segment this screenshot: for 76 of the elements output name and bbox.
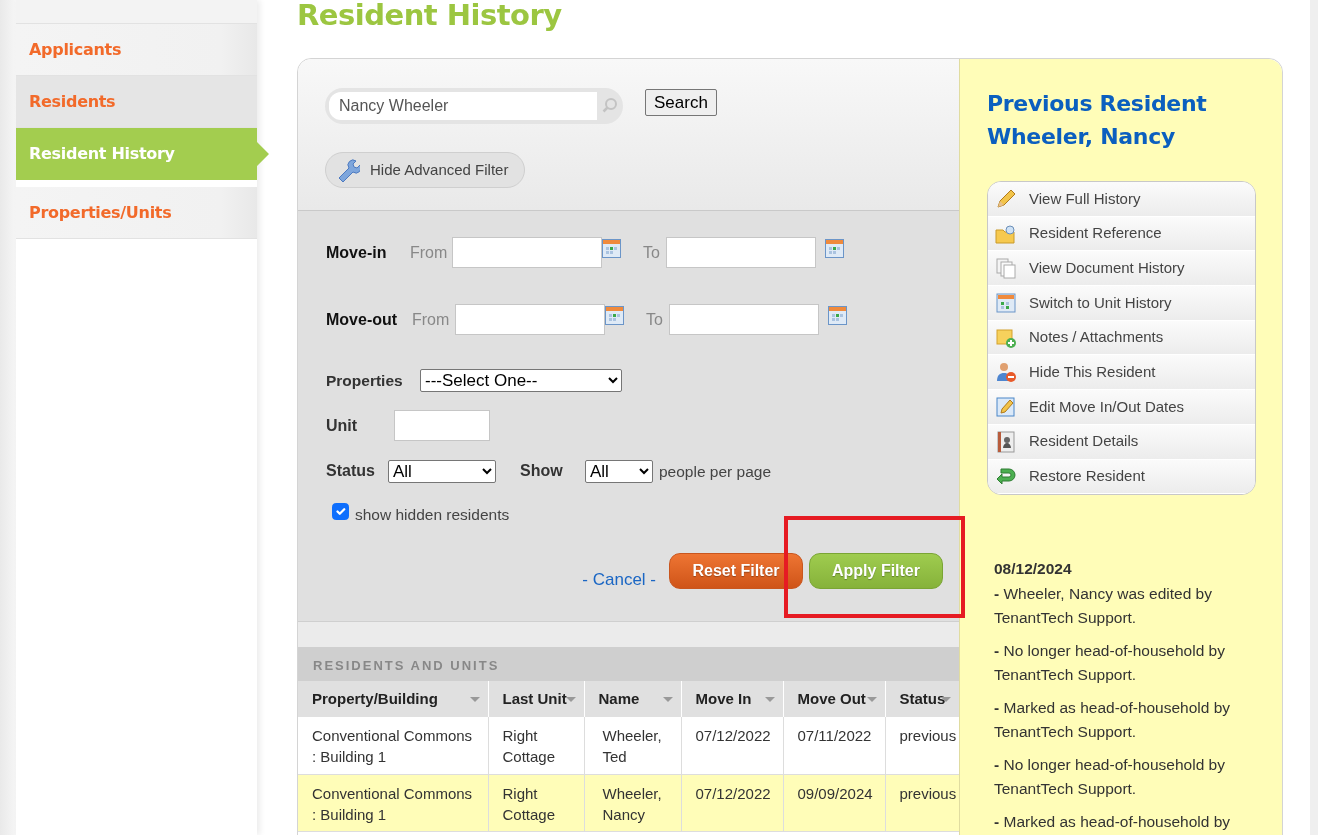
log-entry: - No longer head-of-household by TenantTech Support. bbox=[994, 754, 1226, 800]
search-icon bbox=[601, 97, 619, 115]
status-select[interactable]: All bbox=[388, 459, 496, 483]
calendar-icon[interactable] bbox=[602, 239, 621, 258]
column-header[interactable]: Move In bbox=[681, 681, 783, 717]
documents-icon bbox=[995, 257, 1017, 280]
note-add-icon bbox=[995, 326, 1017, 349]
folder-search-icon bbox=[995, 222, 1017, 245]
calendar-icon[interactable] bbox=[605, 306, 624, 325]
panel-title: Previous Resident bbox=[987, 90, 1208, 118]
field-label: From bbox=[410, 242, 449, 263]
log-entry: - Marked as head-of-household by TenantTech Support. bbox=[994, 697, 1232, 743]
table-cell: Right Cottage bbox=[488, 717, 584, 774]
person-remove-icon bbox=[995, 361, 1017, 384]
action-link[interactable]: View Document History bbox=[988, 251, 1255, 287]
field-label: Move-out bbox=[326, 309, 399, 330]
page-size-select[interactable]: All bbox=[585, 459, 653, 483]
action-link[interactable]: View Full History bbox=[988, 182, 1255, 217]
contact-card-icon bbox=[995, 430, 1017, 453]
table-cell: previous bbox=[885, 774, 959, 831]
field-label: Unit bbox=[326, 415, 359, 436]
column-header[interactable]: Status bbox=[885, 681, 959, 717]
action-link[interactable]: Resident Reference bbox=[988, 216, 1255, 252]
hidden-residents-checkbox[interactable] bbox=[332, 503, 349, 521]
date-field[interactable] bbox=[452, 237, 602, 268]
field-label: Move-in bbox=[326, 242, 388, 263]
field-label: To bbox=[643, 242, 660, 263]
column-header[interactable]: Move Out bbox=[783, 681, 885, 717]
table-cell: 07/11/2022 bbox=[783, 717, 885, 774]
action-link[interactable]: Hide This Resident bbox=[988, 355, 1255, 391]
table-cell: Right Cottage bbox=[488, 774, 584, 831]
cancel-link[interactable]: - Cancel - bbox=[582, 566, 656, 592]
action-link[interactable]: Resident Details bbox=[988, 424, 1255, 460]
edit-icon bbox=[995, 395, 1017, 418]
checkbox-label: show hidden residents bbox=[355, 505, 510, 526]
column-header[interactable]: Last Unit bbox=[488, 681, 584, 717]
field-label: people per page bbox=[659, 461, 772, 482]
page-title: Resident History bbox=[297, 0, 563, 34]
hide-filter-button[interactable]: Hide Advanced Filter bbox=[325, 152, 525, 188]
calendar-icon[interactable] bbox=[824, 239, 844, 258]
wrench-icon bbox=[336, 158, 360, 182]
table-cell: Wheeler, Ted bbox=[584, 717, 681, 774]
action-link[interactable]: Switch to Unit History bbox=[988, 286, 1255, 321]
search-button[interactable]: Search bbox=[645, 89, 717, 116]
table-cell: previous bbox=[885, 717, 959, 774]
field-label: From bbox=[412, 309, 451, 330]
unit-field[interactable] bbox=[394, 410, 490, 442]
calendar-icon[interactable] bbox=[827, 306, 847, 325]
log-entry: - Marked as head-of-household by bbox=[994, 811, 1232, 832]
table-cell: 07/12/2022 bbox=[681, 774, 783, 831]
field-label: To bbox=[646, 309, 663, 330]
action-link[interactable]: Restore Resident bbox=[988, 459, 1255, 495]
calendar-icon bbox=[995, 291, 1017, 314]
date-field[interactable] bbox=[665, 237, 816, 268]
search-field[interactable]: Nancy Wheeler bbox=[325, 88, 623, 124]
table-cell: Conventional Commons : Building 1 bbox=[298, 774, 488, 831]
property-select[interactable]: ---Select One-- bbox=[420, 369, 622, 393]
date-field[interactable] bbox=[668, 304, 819, 335]
pencil-icon bbox=[995, 187, 1017, 210]
column-header[interactable]: Name bbox=[584, 681, 681, 717]
field-label: Show bbox=[520, 461, 564, 482]
panel-title: Wheeler, Nancy bbox=[987, 123, 1176, 151]
action-link[interactable]: Edit Move In/Out Dates bbox=[988, 390, 1255, 425]
date-field[interactable] bbox=[455, 304, 605, 335]
log-entry: - Wheeler, Nancy was edited by TenantTech Support. bbox=[994, 583, 1213, 629]
table-title: RESIDENTS AND UNITS bbox=[298, 647, 959, 681]
log-date: 08/12/2024 bbox=[994, 559, 1073, 580]
table-cell: 07/12/2022 bbox=[681, 717, 783, 774]
table-cell: 09/09/2024 bbox=[783, 774, 885, 831]
log-entry: - No longer head-of-household by TenantTech Support. bbox=[994, 640, 1226, 686]
field-label: Properties bbox=[326, 371, 404, 391]
table-cell: Wheeler, Nancy bbox=[584, 774, 681, 831]
column-header[interactable]: Property/Building bbox=[298, 681, 488, 717]
field-label: Status bbox=[326, 461, 376, 482]
action-link[interactable]: Notes / Attachments bbox=[988, 320, 1255, 356]
table-cell: Conventional Commons : Building 1 bbox=[298, 717, 488, 774]
